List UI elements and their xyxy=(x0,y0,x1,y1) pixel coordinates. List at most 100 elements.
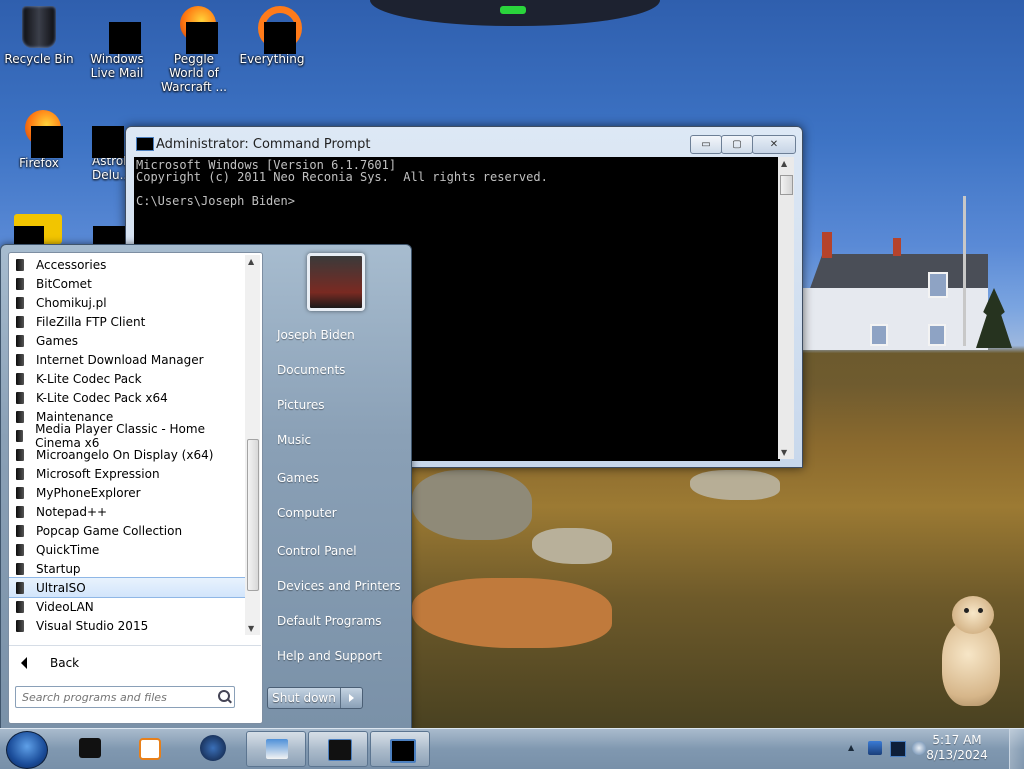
checklist-icon xyxy=(266,739,288,759)
program-label: VideoLAN xyxy=(36,599,94,614)
system-tray: ▲ 5:17 AM 8/13/2024 xyxy=(834,729,1024,769)
start-item-help-support[interactable]: Help and Support xyxy=(269,641,409,671)
start-menu: Accessories BitComet Chomikuj.pl FileZil… xyxy=(0,244,412,730)
scroll-up-icon[interactable]: ▲ xyxy=(781,159,787,168)
start-item-games[interactable]: Games xyxy=(269,463,409,493)
app-icon xyxy=(328,739,352,761)
program-label: Chomikuj.pl xyxy=(36,295,107,310)
taskbar-running-app[interactable] xyxy=(308,731,368,767)
wallpaper-house-window xyxy=(870,324,888,346)
desktop-icon-everything[interactable]: Everything xyxy=(234,6,310,66)
taskbar-pinned-media-player[interactable] xyxy=(120,731,178,765)
program-folder-bitcomet[interactable]: BitComet xyxy=(9,274,245,293)
wallpaper-house-window xyxy=(928,272,948,298)
wallpaper-flagpole xyxy=(963,196,966,346)
taskbar-command-prompt[interactable] xyxy=(370,731,430,767)
program-folder-games[interactable]: Games xyxy=(9,331,245,350)
program-folder-popcap[interactable]: Popcap Game Collection xyxy=(9,521,245,540)
user-avatar[interactable] xyxy=(307,253,365,311)
program-folder-startup[interactable]: Startup xyxy=(9,559,245,578)
desktop-icon-firefox[interactable]: Firefox xyxy=(1,110,77,170)
shutdown-button-group: Shut down xyxy=(267,687,363,709)
shutdown-options-arrow-icon[interactable] xyxy=(341,688,362,708)
close-button[interactable]: ✕ xyxy=(752,135,796,154)
taskbar-running-app[interactable] xyxy=(246,731,306,767)
wallpaper-rock xyxy=(690,470,780,500)
folder-icon xyxy=(16,505,24,518)
folder-icon xyxy=(16,391,24,404)
desktop-icon-partial[interactable] xyxy=(93,226,125,244)
program-folder-visual-studio[interactable]: Visual Studio 2015 xyxy=(9,616,245,635)
folder-icon xyxy=(16,467,24,480)
program-label: BitComet xyxy=(36,276,92,291)
search-box[interactable] xyxy=(15,686,235,708)
folder-icon xyxy=(16,543,24,556)
start-item-pictures[interactable]: Pictures xyxy=(269,390,409,420)
folder-icon xyxy=(16,277,24,290)
taskbar-pinned-app[interactable] xyxy=(60,731,118,765)
wallpaper-rock xyxy=(532,528,612,564)
program-folder-accessories[interactable]: Accessories xyxy=(9,255,245,274)
minimize-button[interactable]: ▭ xyxy=(690,135,722,154)
search-icon[interactable] xyxy=(218,690,230,702)
all-programs-list[interactable]: Accessories BitComet Chomikuj.pl FileZil… xyxy=(9,255,245,639)
console-scrollbar[interactable]: ▲ ▼ xyxy=(778,157,794,459)
tray-app-icon[interactable] xyxy=(868,741,882,755)
program-folder-videolan[interactable]: VideoLAN xyxy=(9,597,245,616)
folder-icon xyxy=(16,429,24,442)
program-folder-quicktime[interactable]: QuickTime xyxy=(9,540,245,559)
search-input[interactable] xyxy=(20,688,214,706)
back-label: Back xyxy=(50,656,80,670)
start-item-default-programs[interactable]: Default Programs xyxy=(269,606,409,636)
program-folder-mpc-hc[interactable]: Media Player Classic - Home Cinema x6 xyxy=(9,422,245,450)
start-button[interactable] xyxy=(6,731,48,769)
shutdown-button[interactable]: Shut down xyxy=(268,688,341,708)
scroll-up-icon[interactable]: ▲ xyxy=(248,257,254,266)
window-titlebar[interactable]: Administrator: Command Prompt ▭ ▢ ✕ xyxy=(126,127,802,157)
scrollbar-thumb[interactable] xyxy=(780,175,793,195)
start-menu-programs-pane: Accessories BitComet Chomikuj.pl FileZil… xyxy=(8,252,263,724)
maximize-button[interactable]: ▢ xyxy=(721,135,753,154)
scroll-down-icon[interactable]: ▼ xyxy=(248,624,254,633)
tray-expand-icon[interactable]: ▲ xyxy=(848,743,854,752)
program-folder-ultraiso[interactable]: UltraISO xyxy=(9,577,245,598)
app-icon xyxy=(79,738,101,758)
clock-time: 5:17 AM xyxy=(932,733,982,747)
media-player-icon xyxy=(139,738,161,760)
program-folder-chomikuj[interactable]: Chomikuj.pl xyxy=(9,293,245,312)
scrollbar-thumb[interactable] xyxy=(247,439,259,591)
program-folder-myphoneexplorer[interactable]: MyPhoneExplorer xyxy=(9,483,245,502)
scroll-down-icon[interactable]: ▼ xyxy=(781,448,787,457)
desktop-icon-peggle[interactable]: Peggle World of Warcraft ... xyxy=(156,6,232,94)
folder-icon xyxy=(16,315,24,328)
start-item-documents[interactable]: Documents xyxy=(269,355,409,385)
program-label: Microangelo On Display (x64) xyxy=(36,447,214,462)
start-item-devices-printers[interactable]: Devices and Printers xyxy=(269,571,409,601)
program-folder-microangelo[interactable]: Microangelo On Display (x64) xyxy=(9,445,245,464)
start-item-music[interactable]: Music xyxy=(269,425,409,455)
show-desktop-button[interactable] xyxy=(1009,729,1024,769)
mail-icon xyxy=(109,22,141,54)
desktop-icon-partial[interactable] xyxy=(14,214,62,244)
desktop-icon-label: Firefox xyxy=(19,156,59,170)
desktop-icon-recycle-bin[interactable]: Recycle Bin xyxy=(1,6,77,66)
program-label: Notepad++ xyxy=(36,504,108,519)
taskbar-pinned-browser[interactable] xyxy=(184,731,242,765)
start-item-computer[interactable]: Computer xyxy=(269,498,409,528)
back-button[interactable]: Back xyxy=(9,645,261,680)
program-label: Microsoft Expression xyxy=(36,466,160,481)
program-label: UltraISO xyxy=(36,580,86,595)
start-item-user[interactable]: Joseph Biden xyxy=(269,320,409,350)
program-folder-klite-x64[interactable]: K-Lite Codec Pack x64 xyxy=(9,388,245,407)
program-folder-notepadpp[interactable]: Notepad++ xyxy=(9,502,245,521)
folder-icon xyxy=(16,581,24,594)
network-icon[interactable] xyxy=(890,741,906,757)
program-folder-ms-expression[interactable]: Microsoft Expression xyxy=(9,464,245,483)
desktop-icon-windows-live-mail[interactable]: Windows Live Mail xyxy=(79,6,155,80)
program-folder-idm[interactable]: Internet Download Manager xyxy=(9,350,245,369)
start-item-control-panel[interactable]: Control Panel xyxy=(269,536,409,566)
programs-scrollbar[interactable]: ▲ ▼ xyxy=(245,255,260,635)
clock[interactable]: 5:17 AM 8/13/2024 xyxy=(922,733,992,763)
program-folder-klite[interactable]: K-Lite Codec Pack xyxy=(9,369,245,388)
program-folder-filezilla[interactable]: FileZilla FTP Client xyxy=(9,312,245,331)
